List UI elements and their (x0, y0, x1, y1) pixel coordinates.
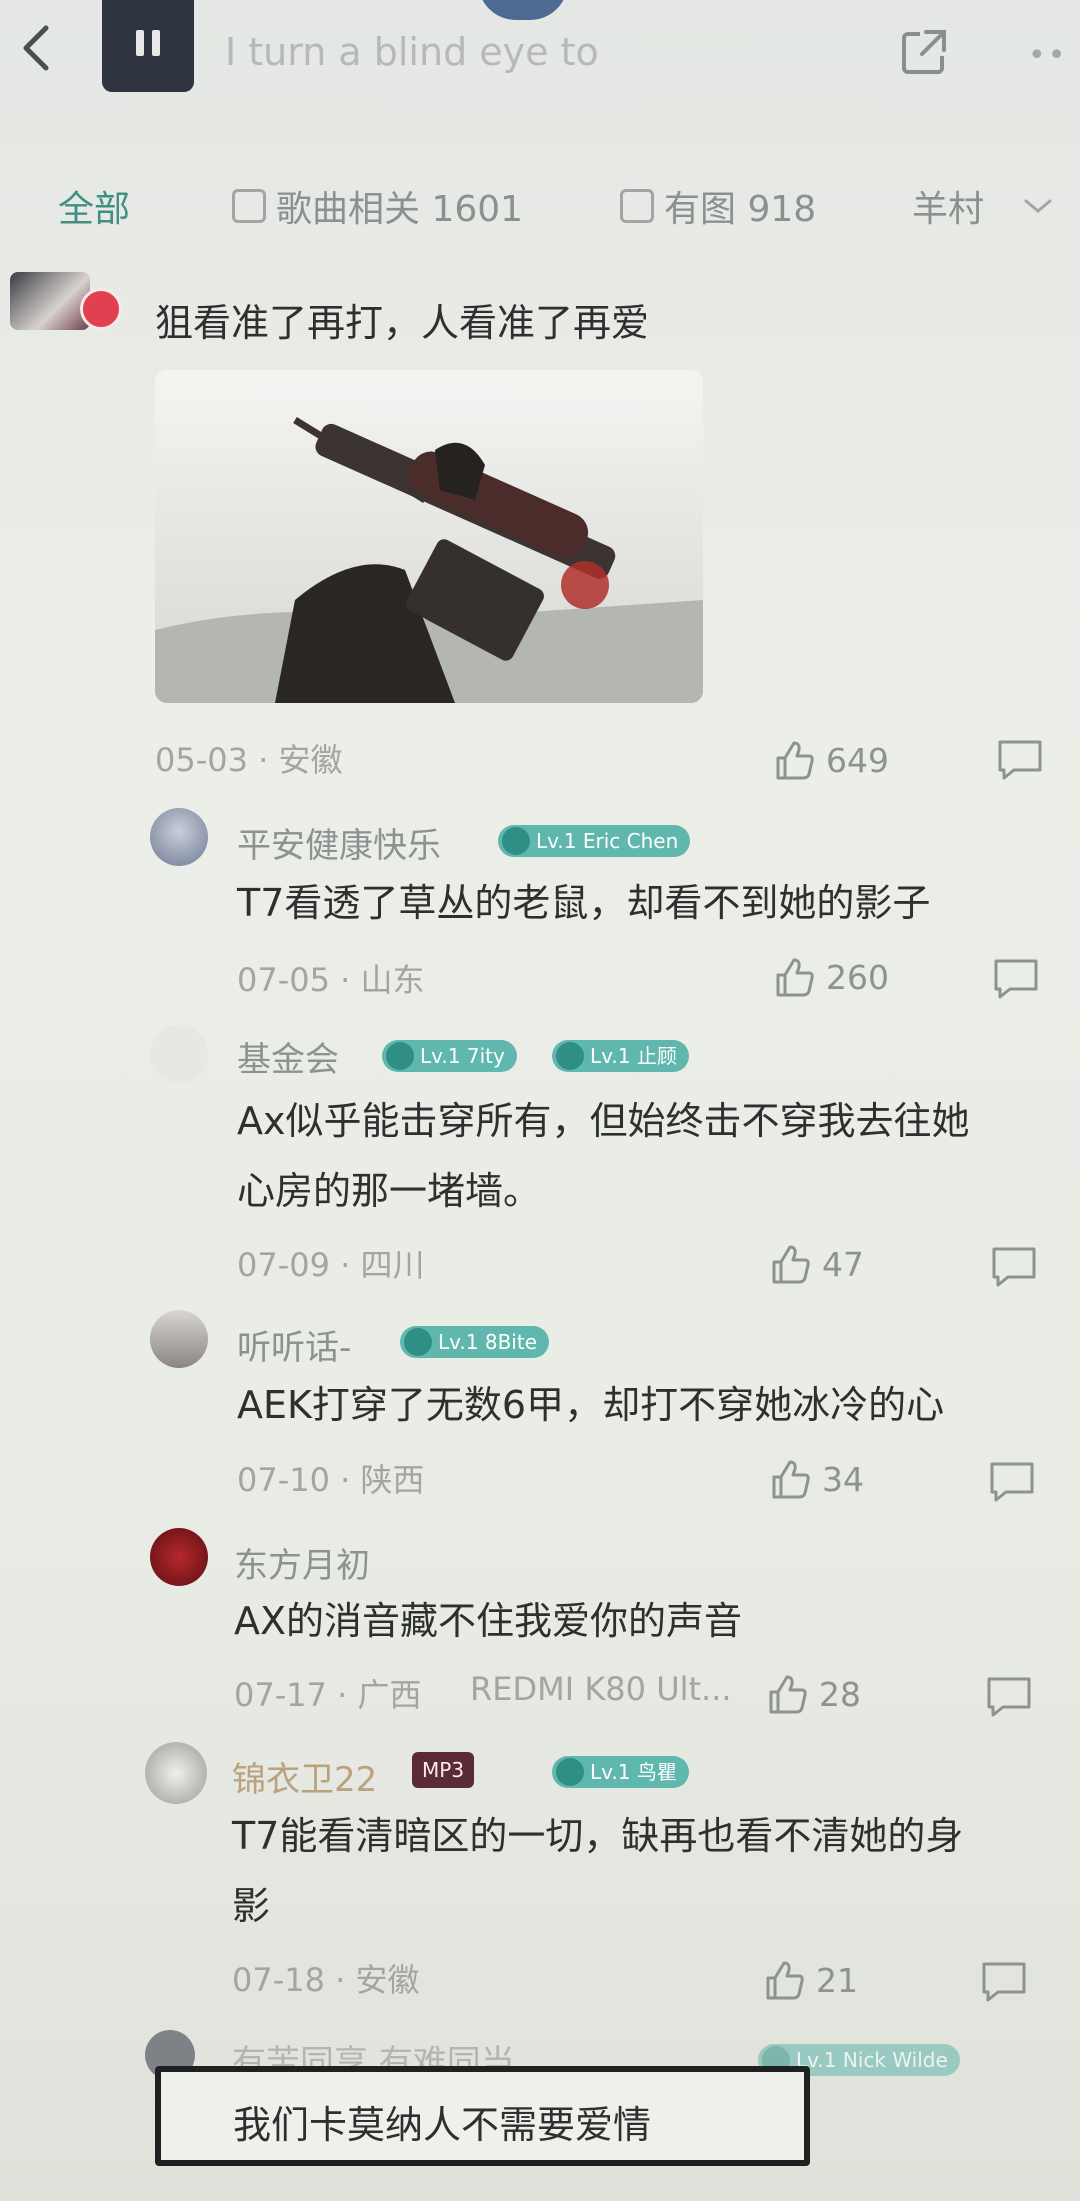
avatar[interactable] (150, 1310, 208, 1368)
tab-song-related[interactable]: 歌曲相关 1601 (232, 180, 523, 232)
thumbs-up-icon (772, 1245, 810, 1284)
comment-icon (987, 1677, 1031, 1717)
comment-text-line: 心房的那一堵墙。 (237, 1169, 542, 1213)
comment-meta: 07-10 · 陕西 (237, 1461, 425, 1499)
comment-meta: 05-03 · 安徽 (155, 741, 343, 779)
comment-icon (982, 1962, 1026, 2002)
reply-input-text[interactable]: 我们卡莫纳人不需要爱情 (233, 2094, 651, 2149)
avatar[interactable] (150, 1025, 208, 1083)
level-badge: Lv.1 止顾 (552, 1040, 689, 1072)
comment-text: AX的消音藏不住我爱你的声音 (234, 1599, 743, 1643)
comment-text: T7看透了草丛的老鼠，却看不到她的影子 (237, 881, 931, 925)
like-button[interactable]: 28 (765, 1672, 861, 1716)
thumbs-up-icon (776, 958, 814, 997)
thumbs-up-icon (772, 1460, 810, 1499)
reply-button[interactable] (996, 738, 1044, 782)
like-button[interactable]: 21 (762, 1958, 858, 2002)
like-count: 260 (826, 957, 889, 997)
level-badge: Lv.1 7ity (382, 1040, 517, 1072)
level-badge: Lv.1 Eric Chen (498, 825, 691, 857)
chevron-down-icon (1024, 199, 1052, 213)
comment-icon (990, 1462, 1034, 1502)
image-icon (620, 189, 654, 223)
like-button[interactable]: 47 (768, 1242, 864, 1286)
thumbs-up-icon (769, 1675, 807, 1714)
level-icon (556, 1758, 584, 1786)
like-count: 34 (822, 1459, 864, 1499)
username[interactable]: 平安健康快乐 (237, 818, 441, 867)
comment-text-line: 影 (232, 1884, 271, 1928)
reply-button[interactable] (980, 1960, 1028, 2004)
like-button[interactable]: 34 (768, 1457, 864, 1501)
level-icon (386, 1042, 414, 1070)
rifle-image (155, 370, 703, 703)
like-count: 47 (822, 1244, 864, 1284)
like-button[interactable]: 260 (772, 955, 889, 999)
comment-meta: 07-18 · 安徽 (232, 1961, 420, 1999)
tab-with-image[interactable]: 有图 918 (620, 180, 816, 232)
avatar[interactable] (150, 1528, 208, 1586)
status-notch (478, 0, 568, 20)
tab-all[interactable]: 全部 (58, 180, 130, 232)
reply-button[interactable] (985, 1675, 1033, 1719)
comment-meta: 07-09 · 四川 (237, 1246, 425, 1284)
song-icon (232, 189, 266, 223)
comment-text-line: T7能看清暗区的一切，缺再也看不清她的身 (232, 1814, 964, 1858)
share-button[interactable] (898, 26, 950, 78)
more-button[interactable]: •• (1028, 38, 1072, 73)
username[interactable]: 基金会 (237, 1032, 339, 1081)
reply-button[interactable] (992, 957, 1040, 1001)
more-icon: •• (1028, 38, 1068, 73)
comment-text-line: Ax似乎能击穿所有，但始终击不穿我去往她 (237, 1099, 970, 1143)
avatar[interactable] (150, 808, 208, 866)
tab-label: 羊村 (912, 189, 985, 230)
song-title: I turn a blind eye to (225, 30, 599, 74)
reply-button[interactable] (990, 1245, 1038, 1289)
avatar[interactable] (145, 1742, 207, 1804)
top-bar: I turn a blind eye to •• (0, 0, 1080, 110)
like-count: 21 (816, 1960, 858, 2000)
avatar[interactable] (10, 272, 90, 330)
star-badge-icon (80, 288, 122, 330)
reply-button[interactable] (988, 1460, 1036, 1504)
level-badge: Lv.1 鸟瞿 (552, 1756, 689, 1788)
pause-icon (136, 30, 144, 56)
comment-icon (998, 740, 1042, 780)
comment-meta: 07-05 · 山东 (237, 961, 425, 999)
share-icon (902, 30, 946, 74)
comment-meta: 07-17 · 广西 (234, 1676, 422, 1714)
filter-tabs: 全部 歌曲相关 1601 有图 918 羊村 (0, 170, 1080, 240)
like-count: 28 (819, 1674, 861, 1714)
level-icon (404, 1328, 432, 1356)
reply-input-bar[interactable]: 我们卡莫纳人不需要爱情 (155, 2066, 810, 2166)
thumbs-up-icon (776, 741, 814, 780)
tab-label: 全部 (58, 189, 131, 230)
username[interactable]: 听听话- (237, 1320, 351, 1369)
like-count: 649 (826, 740, 889, 780)
tab-label: 歌曲相关 1601 (276, 189, 524, 230)
username[interactable]: 锦衣卫22 (232, 1752, 377, 1801)
comment-image[interactable] (155, 370, 703, 703)
chevron-left-icon (23, 25, 49, 71)
back-button[interactable] (8, 18, 68, 78)
comment-screen: I turn a blind eye to •• 全部 歌曲相关 1601 有图… (0, 0, 1080, 2201)
thumbs-up-icon (766, 1961, 804, 2000)
level-badge: Lv.1 8Bite (400, 1326, 550, 1358)
comment-icon (992, 1247, 1036, 1287)
comment-icon (994, 959, 1038, 999)
vip-badge: MP3 (412, 1752, 475, 1788)
comment-text: AEK打穿了无数6甲，却打不穿她冰冷的心 (237, 1383, 945, 1427)
tab-group[interactable]: 羊村 (912, 180, 1058, 232)
like-button[interactable]: 649 (772, 738, 889, 782)
username[interactable]: 东方月初 (234, 1538, 370, 1587)
level-icon (502, 827, 530, 855)
pause-button[interactable] (102, 0, 194, 92)
device-name: REDMI K80 Ult... (470, 1670, 732, 1708)
comment-text: 狙看准了再打，人看准了再爱 (155, 301, 650, 345)
level-icon (556, 1042, 584, 1070)
tab-label: 有图 918 (664, 189, 817, 230)
